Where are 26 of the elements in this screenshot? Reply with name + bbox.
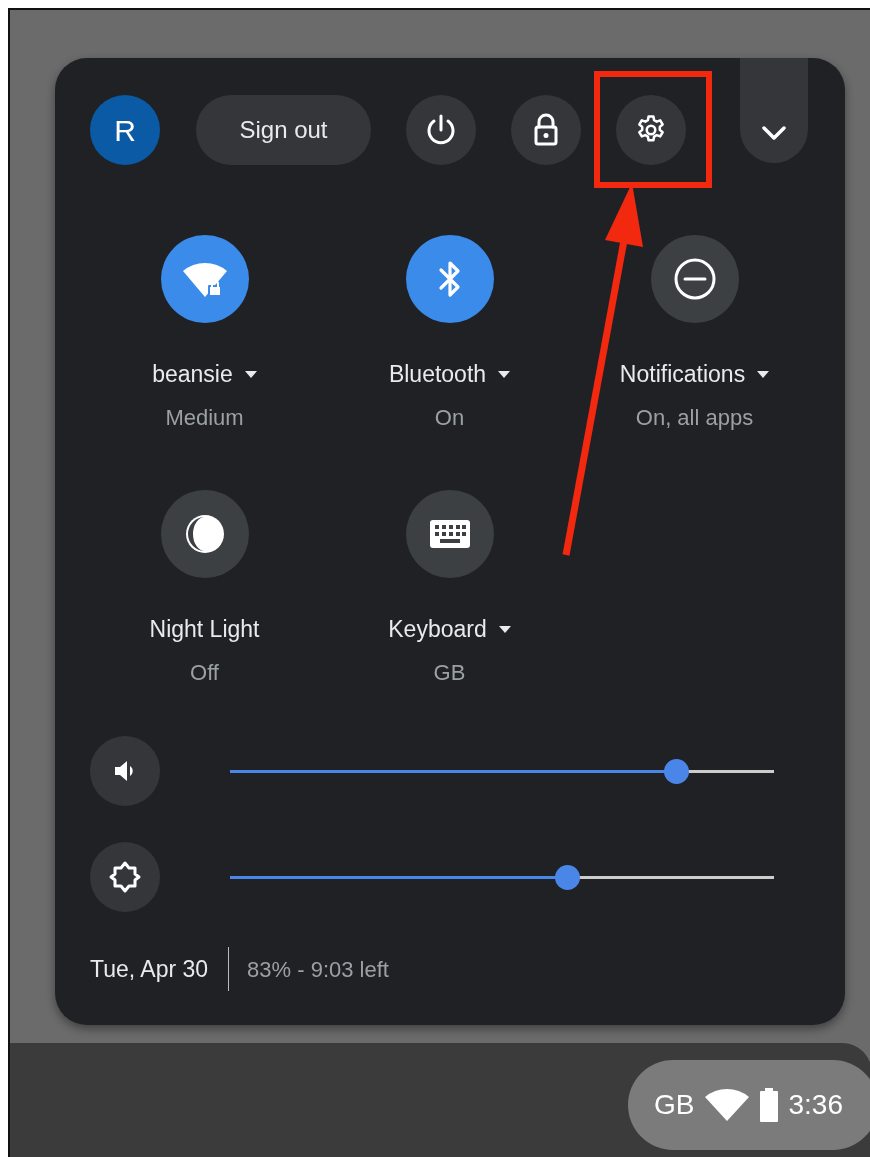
date-text: Tue, Apr 30 (90, 954, 210, 984)
tile-status: Off (190, 659, 219, 687)
tile-status: On (434, 404, 465, 432)
battery-icon (760, 1088, 779, 1122)
tile-status: Medium (165, 404, 244, 432)
keyboard-icon (427, 518, 472, 550)
keyboard-layout-text: GB (654, 1088, 695, 1122)
tile-label: Night Light (149, 615, 260, 644)
status-area[interactable]: GB 3:36 (628, 1060, 870, 1150)
battery-status: 83% - 9:03 left (246, 955, 389, 984)
lock-icon (532, 113, 560, 147)
slider-thumb[interactable] (664, 758, 690, 784)
tile-label[interactable]: Keyboard (388, 614, 511, 644)
wifi-icon (704, 1088, 751, 1122)
minus-circle-icon (672, 257, 717, 301)
slider-thumb[interactable] (555, 864, 581, 890)
sign-out-button[interactable]: Sign out (196, 95, 371, 165)
brightness-icon (108, 860, 142, 894)
tile-label[interactable]: Notifications (619, 359, 770, 389)
tile-status: On, all apps (635, 404, 754, 432)
clock-time: 3:36 (788, 1088, 843, 1122)
tile-status: GB (433, 659, 466, 687)
chevron-down-icon (761, 125, 787, 141)
tile-label[interactable]: Bluetooth (388, 359, 511, 389)
tile-label[interactable]: beansie (152, 359, 257, 389)
avatar[interactable]: R (90, 95, 160, 165)
